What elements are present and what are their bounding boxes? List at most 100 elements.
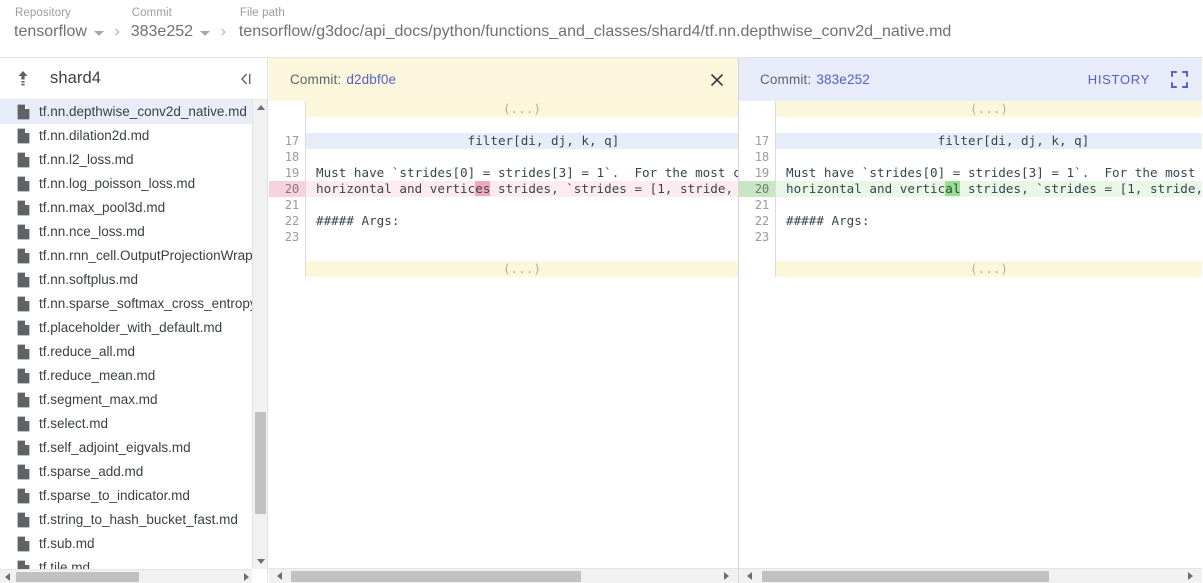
file-name-label: tf.reduce_mean.md	[39, 364, 155, 388]
list-item[interactable]: tf.self_adjoint_eigvals.md	[0, 436, 253, 460]
line-number	[739, 261, 775, 277]
line-number: 17	[269, 133, 305, 149]
list-item[interactable]: tf.nn.nce_loss.md	[0, 220, 253, 244]
code-line: 22##### Args:	[739, 213, 1202, 229]
list-item[interactable]: tf.sub.md	[0, 532, 253, 556]
right-pane-header: Commit: 383e252 HISTORY	[739, 58, 1202, 101]
list-item[interactable]: tf.sparse_to_indicator.md	[0, 484, 253, 508]
line-number: 22	[269, 213, 305, 229]
line-number	[269, 117, 305, 133]
fold-marker-row[interactable]: (...)	[739, 261, 1202, 277]
scroll-right-arrow-icon[interactable]	[239, 570, 253, 583]
collapse-panel-icon[interactable]	[237, 70, 255, 88]
file-name-label: tf.placeholder_with_default.md	[39, 316, 222, 340]
document-icon	[17, 416, 30, 432]
right-horizontal-scroll-thumb[interactable]	[762, 571, 1049, 582]
list-item[interactable]: tf.nn.max_pool3d.md	[0, 196, 253, 220]
sidebar-vertical-scrollbar[interactable]	[252, 100, 267, 569]
code-line: 19Must have `strides[0] = strides[3] = 1…	[269, 165, 738, 181]
list-item[interactable]: tf.string_to_hash_bucket_fast.md	[0, 508, 253, 532]
file-sidebar: shard4 tf.nn.depthwise_conv2d_native.mdt…	[0, 58, 268, 583]
list-item[interactable]: tf.nn.softplus.md	[0, 268, 253, 292]
list-item[interactable]: tf.sparse_add.md	[0, 460, 253, 484]
code-text	[776, 149, 1202, 165]
right-header-actions: HISTORY	[1082, 58, 1202, 101]
file-list[interactable]: tf.nn.depthwise_conv2d_native.mdtf.nn.di…	[0, 100, 253, 569]
right-code-area[interactable]: (...)17 filter[di, dj, k, q]1819Must hav…	[739, 101, 1202, 568]
list-item[interactable]: tf.reduce_all.md	[0, 340, 253, 364]
list-item[interactable]: tf.select.md	[0, 412, 253, 436]
commit-value[interactable]: 383e252	[131, 21, 193, 43]
file-name-label: tf.sparse_add.md	[39, 460, 143, 484]
file-name-label: tf.nn.max_pool3d.md	[39, 196, 165, 220]
code-text: (...)	[306, 101, 738, 117]
history-button[interactable]: HISTORY	[1082, 72, 1156, 87]
fold-marker-row[interactable]: (...)	[269, 101, 738, 117]
left-horizontal-scrollbar[interactable]	[269, 568, 738, 583]
left-commit-hash[interactable]: d2dbf0e	[346, 72, 396, 87]
list-item[interactable]: tf.nn.depthwise_conv2d_native.md	[0, 100, 253, 124]
sidebar-horizontal-scrollbar[interactable]	[0, 569, 268, 583]
code-text: filter[di, dj, k, q]	[306, 133, 738, 149]
document-icon	[17, 488, 30, 504]
list-item[interactable]: tf.placeholder_with_default.md	[0, 316, 253, 340]
line-number: 19	[739, 165, 775, 181]
document-icon	[17, 536, 30, 552]
document-icon	[17, 512, 30, 528]
document-icon	[17, 296, 30, 312]
close-icon[interactable]	[696, 58, 738, 101]
line-number: 22	[739, 213, 775, 229]
sidebar-horizontal-scroll-thumb[interactable]	[16, 572, 139, 582]
fullscreen-icon[interactable]	[1156, 58, 1202, 101]
sidebar-vertical-scroll-thumb[interactable]	[255, 412, 266, 514]
list-item[interactable]: tf.nn.rnn_cell.OutputProjectionWrapp	[0, 244, 253, 268]
code-line: 23	[269, 229, 738, 245]
chevron-down-icon[interactable]	[200, 31, 210, 36]
filepath-value[interactable]: tensorflow/g3doc/api_docs/python/functio…	[239, 21, 951, 43]
repository-value[interactable]: tensorflow	[14, 21, 87, 43]
fold-marker-row[interactable]: (...)	[739, 101, 1202, 117]
chevron-down-icon[interactable]	[94, 31, 104, 36]
scroll-right-arrow-icon[interactable]	[719, 569, 734, 583]
file-name-label: tf.string_to_hash_bucket_fast.md	[39, 508, 238, 532]
scroll-left-arrow-icon[interactable]	[0, 570, 14, 583]
left-code-area[interactable]: (...)17 filter[di, dj, k, q]1819Must hav…	[269, 101, 738, 568]
left-pane-header: Commit: d2dbf0e	[269, 58, 738, 101]
list-item[interactable]: tf.segment_max.md	[0, 388, 253, 412]
code-text: (...)	[306, 261, 738, 277]
list-item[interactable]: tf.tile.md	[0, 556, 253, 569]
code-line: 21	[269, 197, 738, 213]
scroll-up-arrow-icon[interactable]	[253, 100, 268, 115]
left-header-actions	[696, 58, 738, 101]
sidebar-header: shard4	[0, 58, 267, 100]
right-horizontal-scrollbar[interactable]	[739, 568, 1202, 583]
right-commit-hash[interactable]: 383e252	[816, 72, 870, 87]
code-text: filter[di, dj, k, q]	[776, 133, 1202, 149]
scroll-right-arrow-icon[interactable]	[1183, 569, 1198, 583]
scroll-left-arrow-icon[interactable]	[742, 569, 757, 583]
file-name-label: tf.segment_max.md	[39, 388, 158, 412]
left-horizontal-scroll-thumb[interactable]	[291, 571, 581, 582]
document-icon	[17, 368, 30, 384]
code-line: 18	[739, 149, 1202, 165]
list-item[interactable]: tf.nn.l2_loss.md	[0, 148, 253, 172]
list-item[interactable]: tf.nn.sparse_softmax_cross_entropy	[0, 292, 253, 316]
code-text: Must have `strides[0] = strides[3] = 1`.…	[776, 165, 1202, 181]
scroll-down-arrow-icon[interactable]	[253, 554, 268, 569]
list-item[interactable]: tf.nn.log_poisson_loss.md	[0, 172, 253, 196]
fold-marker-row[interactable]: (...)	[269, 261, 738, 277]
file-name-label: tf.nn.dilation2d.md	[39, 124, 149, 148]
diff-pane-right: Commit: 383e252 HISTORY (...)17 filter[d…	[739, 58, 1202, 583]
list-item[interactable]: tf.nn.dilation2d.md	[0, 124, 253, 148]
code-text	[776, 117, 1202, 133]
document-icon	[17, 392, 30, 408]
file-name-label: tf.nn.log_poisson_loss.md	[39, 172, 195, 196]
code-text	[306, 197, 738, 213]
list-item[interactable]: tf.reduce_mean.md	[0, 364, 253, 388]
upload-icon[interactable]	[13, 69, 33, 89]
code-text	[306, 117, 738, 133]
file-name-label: tf.self_adjoint_eigvals.md	[39, 436, 191, 460]
breadcrumb: Repository tensorflow › Commit 383e252 ›…	[14, 6, 951, 43]
scroll-left-arrow-icon[interactable]	[272, 569, 287, 583]
document-icon	[17, 248, 30, 264]
